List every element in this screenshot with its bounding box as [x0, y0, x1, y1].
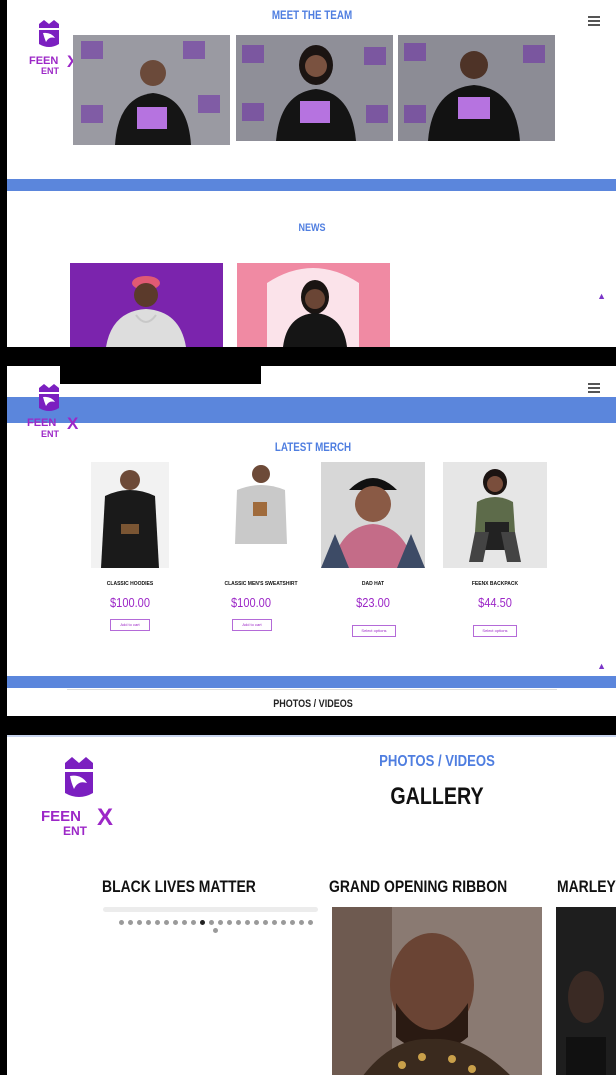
photos-videos-link[interactable]: PHOTOS / VIDEOS	[264, 698, 362, 710]
album-title[interactable]: BLACK LIVES MATTER	[102, 877, 256, 897]
album-title[interactable]: GRAND OPENING RIBBON	[329, 877, 507, 897]
product-image[interactable]	[91, 462, 169, 568]
product-price: $100.00	[231, 595, 271, 610]
carousel-dot[interactable]	[190, 920, 196, 925]
gallery-title: GALLERY	[390, 783, 484, 810]
select-options-button[interactable]: Select options	[352, 625, 396, 637]
carousel-dot[interactable]	[289, 920, 295, 925]
add-to-cart-button[interactable]: Add to cart	[232, 619, 272, 631]
carousel-dot[interactable]	[172, 920, 178, 925]
news-title: NEWS	[298, 222, 326, 234]
svg-text:X: X	[97, 804, 113, 831]
meet-the-team-title: MEET THE TEAM	[271, 8, 353, 22]
brand-logo[interactable]: FEEN X ENT	[41, 757, 125, 844]
svg-text:FEEN: FEEN	[41, 808, 81, 825]
carousel-dot[interactable]	[271, 920, 277, 925]
carousel-dot[interactable]	[226, 920, 232, 925]
carousel-dot[interactable]	[127, 920, 133, 925]
gallery-panel: FEEN X ENT PHOTOS / VIDEOS GALLERY BLACK…	[7, 735, 616, 1075]
carousel-dot[interactable]	[298, 920, 304, 925]
add-to-cart-button[interactable]: Add to cart	[110, 619, 150, 631]
scroll-top-icon[interactable]: ▲	[597, 291, 606, 301]
carousel-dot[interactable]	[163, 920, 169, 925]
team-member-photo	[236, 35, 393, 141]
carousel-track[interactable]	[103, 907, 318, 912]
news-card-image[interactable]	[237, 263, 390, 347]
carousel-dot[interactable]	[307, 920, 313, 925]
team-member-photo	[73, 35, 230, 145]
feenx-logo-icon: FEEN X ENT	[27, 384, 79, 439]
product-price: $23.00	[356, 595, 390, 610]
carousel-dot[interactable]	[136, 920, 142, 925]
carousel-dot[interactable]	[154, 920, 160, 925]
product-price: $44.50	[478, 595, 512, 610]
product-name[interactable]: CLASSIC MEN'S SWEATSHIRT	[201, 581, 321, 587]
scroll-top-icon[interactable]: ▲	[597, 661, 606, 671]
redacted-block	[60, 366, 261, 384]
hamburger-menu-icon[interactable]	[588, 16, 600, 28]
merch-panel: FEEN X ENT LATEST MERCH CLASSIC HOODIES …	[7, 366, 616, 716]
carousel-dot[interactable]	[235, 920, 241, 925]
product-name[interactable]: FEENX BACKPACK	[435, 581, 555, 587]
divider-line	[67, 689, 557, 690]
news-card-image[interactable]	[70, 263, 223, 347]
carousel-dots[interactable]	[113, 917, 318, 933]
hamburger-menu-icon[interactable]	[588, 383, 600, 395]
team-news-panel: FEEN X ENT MEET THE TEAM	[7, 0, 616, 347]
product-name[interactable]: CLASSIC HOODIES	[70, 581, 190, 587]
carousel-dot[interactable]	[244, 920, 250, 925]
album-cover-image[interactable]	[556, 907, 616, 1075]
carousel-dot[interactable]	[262, 920, 268, 925]
header-bar	[7, 397, 616, 423]
product-name[interactable]: DAD HAT	[313, 581, 433, 587]
svg-text:ENT: ENT	[63, 824, 88, 838]
svg-text:ENT: ENT	[41, 66, 60, 76]
album-cover-image[interactable]	[332, 907, 542, 1075]
brand-logo[interactable]: FEEN X ENT	[25, 384, 89, 445]
carousel-dot[interactable]	[213, 928, 218, 933]
svg-text:ENT: ENT	[41, 429, 60, 439]
svg-text:X: X	[67, 414, 79, 433]
carousel-dot[interactable]	[118, 920, 124, 925]
carousel-dot[interactable]	[217, 920, 223, 925]
carousel-dot[interactable]	[199, 920, 205, 925]
carousel-dot[interactable]	[280, 920, 286, 925]
product-price: $100.00	[110, 595, 150, 610]
album-title[interactable]: MARLEY	[557, 877, 616, 897]
carousel-dot[interactable]	[145, 920, 151, 925]
product-image[interactable]	[229, 462, 293, 544]
team-member-photo	[398, 35, 555, 141]
product-image[interactable]	[443, 462, 547, 568]
carousel-dot[interactable]	[253, 920, 259, 925]
carousel-dot[interactable]	[181, 920, 187, 925]
select-options-button[interactable]: Select options	[473, 625, 517, 637]
section-divider-bar	[7, 676, 616, 688]
section-divider-bar	[7, 179, 616, 191]
photos-videos-title: PHOTOS / VIDEOS	[379, 753, 495, 770]
carousel-dot[interactable]	[208, 920, 214, 925]
product-image[interactable]	[321, 462, 425, 568]
svg-text:FEEN: FEEN	[27, 417, 56, 429]
latest-merch-title: LATEST MERCH	[274, 440, 352, 454]
feenx-logo-icon: FEEN X ENT	[41, 757, 113, 838]
